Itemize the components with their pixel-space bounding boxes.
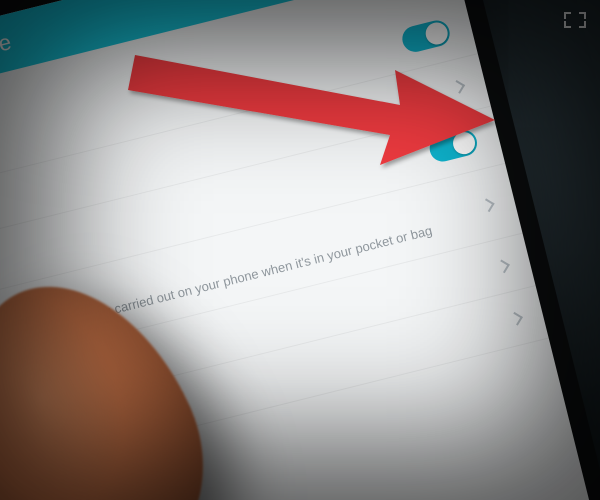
chevron-right-icon — [509, 312, 523, 326]
chevron-right-icon — [481, 198, 495, 212]
toggle-one-handed-ui[interactable] — [400, 18, 453, 55]
toggle-voice-control[interactable] — [427, 127, 480, 164]
fullscreen-icon[interactable] — [564, 12, 586, 28]
chevron-right-icon — [496, 259, 510, 273]
chevron-right-icon — [451, 80, 465, 94]
